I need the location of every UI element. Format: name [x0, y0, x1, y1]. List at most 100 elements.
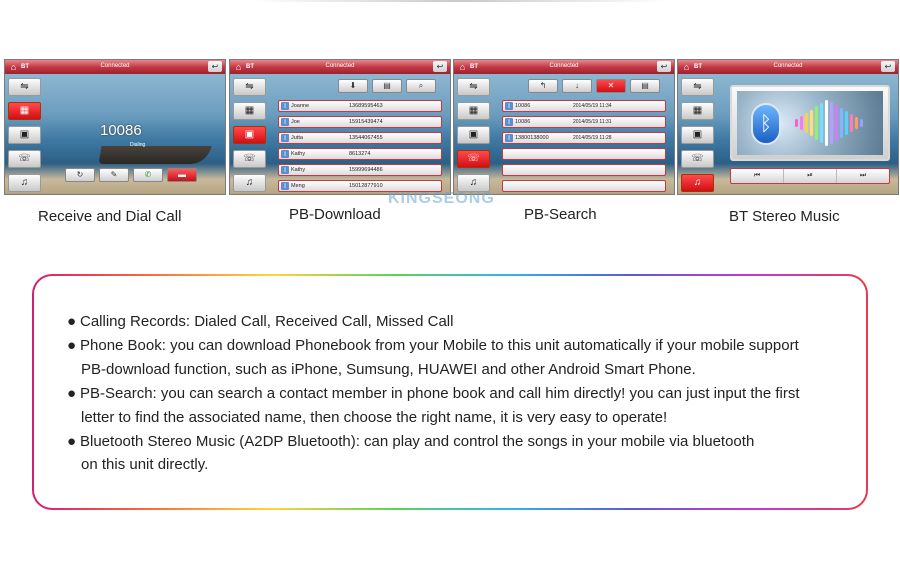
sidebar-keypad-icon[interactable]: ▦: [681, 102, 714, 120]
bullet: ●: [67, 313, 77, 330]
back-icon[interactable]: ↩: [881, 61, 895, 72]
delete-icon[interactable]: ▤: [630, 79, 660, 93]
list-item-empty[interactable]: [502, 148, 666, 160]
contact-phone: 13544067455: [349, 135, 383, 141]
bt-sidebar: ⇋ ▦ ▣ ☏ ♫: [457, 78, 490, 194]
phone-icon: ▯: [281, 118, 289, 126]
bluetooth-icon: ᛒ: [751, 103, 781, 145]
caption-receive-dial: Receive and Dial Call: [38, 208, 182, 225]
feature-text-continued: letter to find the associated name, then…: [81, 409, 668, 426]
boat-image: [98, 146, 212, 164]
sidebar-music-icon[interactable]: ♫: [681, 174, 714, 192]
mute-icon[interactable]: ✎: [99, 168, 129, 182]
feature-text: Calling Records: Dialed Call, Received C…: [80, 313, 454, 330]
screen-pb-search: ⌂ BT Connected ↩ ⇋ ▦ ▣ ☏ ♫ ↰ ↓ ✕ ▤ ▯ 1008…: [453, 59, 675, 195]
list-item-empty[interactable]: [502, 164, 666, 176]
feature-text: Phone Book: you can download Phonebook f…: [80, 337, 799, 354]
received-calls-icon[interactable]: ↓: [562, 79, 592, 93]
contact-phone: 8613274: [349, 151, 371, 157]
sidebar-call-log-icon[interactable]: ☏: [457, 150, 490, 168]
sidebar-contacts-icon[interactable]: ▣: [8, 126, 41, 144]
list-item[interactable]: ▯ 13800138000 2014/05/19 11:28: [502, 132, 666, 144]
list-item[interactable]: ▯ Joanne 13689595463: [278, 100, 442, 112]
missed-calls-icon[interactable]: ✕: [596, 79, 626, 93]
sidebar-connect-icon[interactable]: ⇋: [681, 78, 714, 96]
sidebar-call-log-icon[interactable]: ☏: [8, 150, 41, 168]
sidebar-contacts-icon[interactable]: ▣: [233, 126, 266, 144]
contact-phone: 15012877910: [349, 183, 383, 189]
sidebar-call-log-icon[interactable]: ☏: [681, 150, 714, 168]
phone-icon: ▯: [281, 150, 289, 158]
record-date: 2014/05/19 11:28: [573, 135, 612, 141]
title-bar: ⌂ BT Connected ↩: [678, 60, 898, 74]
contact-phone: 15999694486: [349, 167, 383, 173]
answer-call-icon[interactable]: ✆: [133, 168, 163, 182]
screen-pb-download: ⌂ BT Connected ↩ ⇋ ▦ ▣ ☏ ♫ ⬇ ▤ ⌕ ▯ Joanne…: [229, 59, 451, 195]
feature-text-continued: PB-download function, such as iPhone, Su…: [81, 361, 696, 378]
list-item-empty[interactable]: [502, 180, 666, 192]
sidebar-connect-icon[interactable]: ⇋: [233, 78, 266, 96]
sidebar-connect-icon[interactable]: ⇋: [8, 78, 41, 96]
call-log-toolbar: ↰ ↓ ✕ ▤: [528, 79, 660, 93]
list-item[interactable]: ▯ Jutta 13544067455: [278, 132, 442, 144]
list-item[interactable]: ▯ Kathy 8613274: [278, 148, 442, 160]
dialed-calls-icon[interactable]: ↰: [528, 79, 558, 93]
play-pause-icon[interactable]: ⏯: [784, 169, 837, 183]
sidebar-call-log-icon[interactable]: ☏: [233, 150, 266, 168]
connection-status: Connected: [100, 63, 130, 69]
list-item[interactable]: ▯ Kathy 15999694486: [278, 164, 442, 176]
transfer-icon[interactable]: ↻: [65, 168, 95, 182]
next-track-icon[interactable]: ⏭: [837, 169, 889, 183]
product-page: ⌂ BT Connected ↩ ⇋ ▦ ▣ ☏ ♫ 10086 Dialing…: [0, 0, 900, 567]
sidebar-music-icon[interactable]: ♫: [8, 174, 41, 192]
sidebar-connect-icon[interactable]: ⇋: [457, 78, 490, 96]
back-icon[interactable]: ↩: [433, 61, 447, 72]
feature-item: ● Bluetooth Stereo Music (A2DP Bluetooth)…: [67, 430, 866, 454]
list-item[interactable]: ▯ Joe 15915439474: [278, 116, 442, 128]
playback-controls: ⏮ ⏯ ⏭: [730, 168, 890, 184]
delete-icon[interactable]: ▤: [372, 79, 402, 93]
contact-name: Joe: [291, 119, 300, 125]
record-number: 10086: [515, 119, 531, 125]
back-icon[interactable]: ↩: [208, 61, 222, 72]
bullet: ●: [67, 385, 77, 402]
download-icon[interactable]: ⬇: [338, 79, 368, 93]
feature-item: ● Calling Records: Dialed Call, Received …: [67, 310, 866, 334]
phone-icon: ▯: [281, 134, 289, 142]
call-status: Dialing: [130, 142, 146, 148]
phone-icon: ▯: [281, 166, 289, 174]
record-number: 13800138000: [515, 135, 549, 141]
feature-text-continued: on this unit directly.: [81, 456, 209, 473]
hang-up-icon[interactable]: ▬: [167, 168, 197, 182]
record-number: 10086: [515, 103, 531, 109]
title-bar: ⌂ BT Connected ↩: [5, 60, 225, 74]
equalizer-graphic: [795, 99, 877, 147]
sidebar-keypad-icon[interactable]: ▦: [8, 102, 41, 120]
previous-track-icon[interactable]: ⏮: [731, 169, 784, 183]
feature-text: PB-Search: you can search a contact memb…: [80, 385, 800, 402]
sidebar-contacts-icon[interactable]: ▣: [457, 126, 490, 144]
list-item[interactable]: ▯ 10086 2014/05/19 11:31: [502, 116, 666, 128]
contact-list: ▯ Joanne 13689595463 ▯ Joe 15915439474 ▯ Jutt…: [278, 100, 442, 194]
sidebar-keypad-icon[interactable]: ▦: [233, 102, 266, 120]
record-date: 2014/05/19 11:34: [573, 103, 612, 109]
feature-box: ● Calling Records: Dialed Call, Received …: [32, 274, 868, 510]
search-icon[interactable]: ⌕: [406, 79, 436, 93]
title-bar: ⌂ BT Connected ↩: [454, 60, 674, 74]
sidebar-keypad-icon[interactable]: ▦: [457, 102, 490, 120]
feature-item: ● Phone Book: you can download Phonebook …: [67, 334, 866, 358]
list-item[interactable]: ▯ 10086 2014/05/19 11:34: [502, 100, 666, 112]
call-record-list: ▯ 10086 2014/05/19 11:34 ▯ 10086 2014/05/19 …: [502, 100, 666, 194]
bt-sidebar: ⇋ ▦ ▣ ☏ ♫: [8, 78, 41, 194]
watermark: KINGSEONG: [388, 190, 495, 207]
sidebar-contacts-icon[interactable]: ▣: [681, 126, 714, 144]
title-bar: ⌂ BT Connected ↩: [230, 60, 450, 74]
call-controls: ↻ ✎ ✆ ▬: [65, 168, 197, 182]
feature-item: ● PB-Search: you can search a contact mem…: [67, 382, 866, 406]
sidebar-music-icon[interactable]: ♫: [233, 174, 266, 192]
dialed-number: 10086: [100, 122, 142, 139]
contact-name: Joanne: [291, 103, 310, 109]
caption-pb-download: PB-Download: [289, 206, 381, 223]
screen-bt-music: ⌂ BT Connected ↩ ⇋ ▦ ▣ ☏ ♫ ᛒ ⏮ ⏯ ⏭: [677, 59, 899, 195]
back-icon[interactable]: ↩: [657, 61, 671, 72]
